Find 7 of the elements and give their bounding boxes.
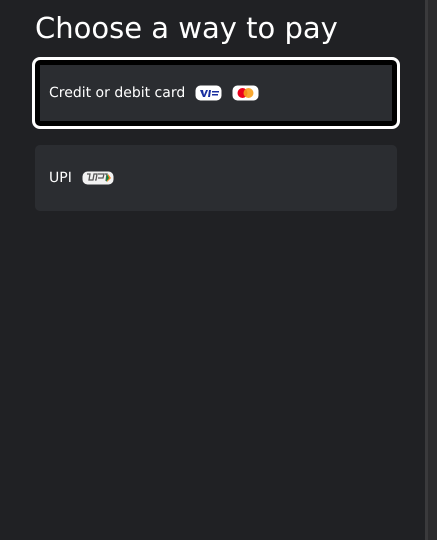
scrollbar[interactable] [425,0,437,540]
mastercard-logo-icon [232,85,260,101]
page-title: Choose a way to pay [35,10,339,46]
upi-logo-icon [82,171,114,185]
payment-option[interactable]: UPI [35,145,397,211]
payment-option[interactable]: Credit or debit card [35,60,397,126]
visa-logo-icon [195,85,222,101]
